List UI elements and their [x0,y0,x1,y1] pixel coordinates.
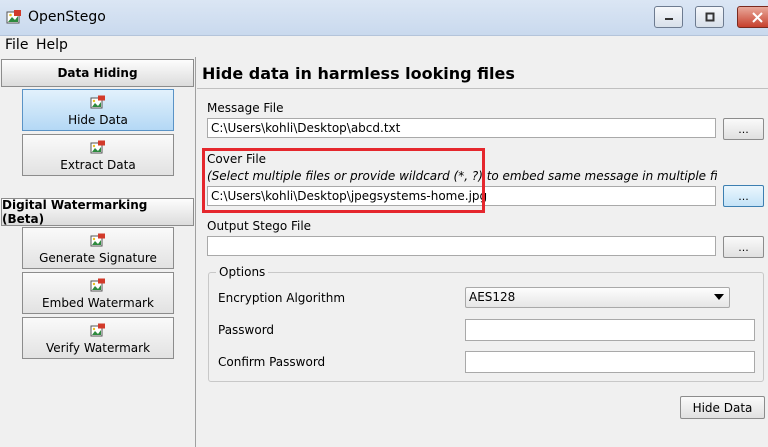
stego-image-icon [90,95,105,109]
chevron-down-icon[interactable] [714,294,724,300]
message-file-browse-button[interactable]: ... [723,118,764,140]
minimize-button[interactable] [654,6,683,28]
maximize-icon [705,12,714,22]
menu-help[interactable]: Help [36,37,68,53]
embed-watermark-button[interactable]: Embed Watermark [22,272,174,314]
cover-file-highlight-box [202,148,485,213]
output-file-label: Output Stego File [207,219,312,233]
menu-file[interactable]: File [5,37,28,53]
verify-watermark-button[interactable]: Verify Watermark [22,317,174,359]
close-icon [751,11,763,23]
hide-data-label: Hide Data [68,113,128,127]
heading-divider [197,88,768,89]
hide-data-button[interactable]: Hide Data [22,89,174,131]
options-title: Options [216,265,269,279]
encryption-algorithm-select[interactable]: AES128 [465,287,730,308]
section-digital-watermarking[interactable]: Digital Watermarking (Beta) [1,198,194,226]
menu-bar: File Help [0,36,768,56]
generate-signature-button[interactable]: Generate Signature [22,227,174,269]
page-title: Hide data in harmless looking files [202,64,515,83]
encryption-algorithm-label: Encryption Algorithm [218,291,346,305]
message-file-input[interactable]: C:\Users\kohli\Desktop\abcd.txt [207,118,716,138]
confirm-password-label: Confirm Password [218,355,326,369]
window-title: OpenStego [28,9,106,25]
extract-data-button[interactable]: Extract Data [22,134,174,176]
title-bar: OpenStego [0,0,768,36]
extract-data-label: Extract Data [60,158,136,172]
section-data-hiding[interactable]: Data Hiding [1,59,194,87]
stego-image-icon [90,323,105,337]
hide-data-action-button[interactable]: Hide Data [680,396,765,419]
confirm-password-input[interactable] [465,351,755,373]
output-file-browse-button[interactable]: ... [723,236,764,258]
sidebar: Data Hiding Hide Data Extract Data Digit… [0,57,196,447]
verify-watermark-label: Verify Watermark [45,341,151,355]
password-label: Password [218,323,275,337]
maximize-button[interactable] [695,6,724,28]
stego-image-icon [90,278,105,292]
cover-file-browse-button[interactable]: ... [723,185,764,207]
embed-watermark-label: Embed Watermark [42,296,154,310]
generate-signature-label: Generate Signature [39,251,157,265]
stego-image-icon [90,140,105,154]
close-button[interactable] [737,6,768,28]
password-input[interactable] [465,319,755,341]
stego-image-icon [90,233,105,247]
minimize-icon [664,18,673,20]
output-file-input[interactable] [207,236,716,256]
stego-app-icon [6,10,21,24]
message-file-label: Message File [207,101,284,115]
